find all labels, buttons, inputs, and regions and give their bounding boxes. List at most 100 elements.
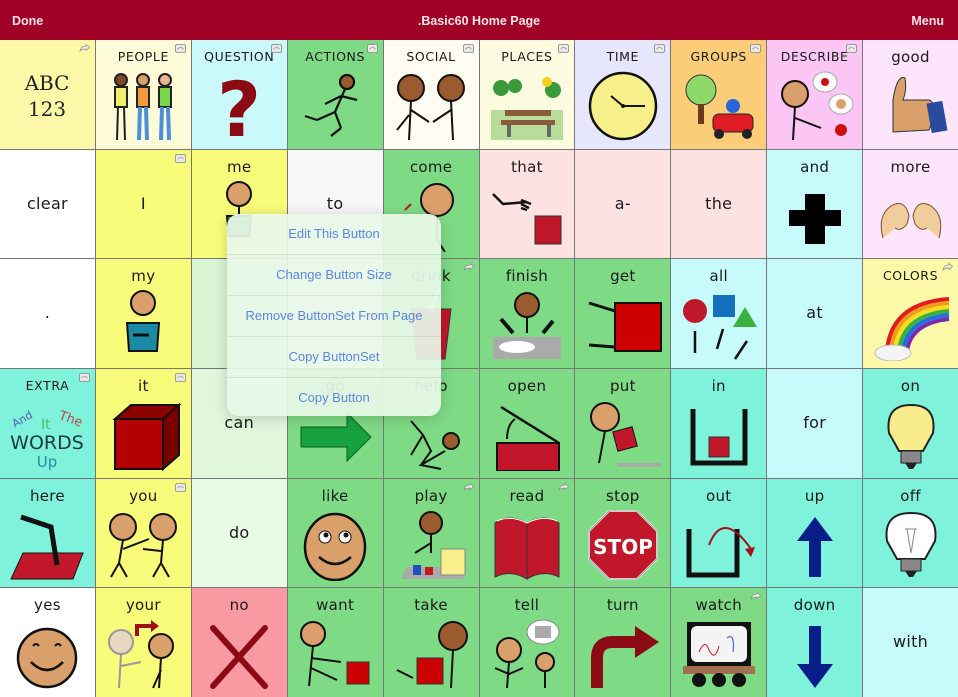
remove-buttonset-menu-item[interactable]: Remove ButtonSet From Page (227, 296, 441, 337)
point-that-icon (487, 180, 567, 252)
red-x-icon (199, 618, 279, 690)
button-label: no (229, 596, 249, 615)
take-box-icon (391, 618, 471, 690)
grid-button-do[interactable]: do (191, 478, 287, 588)
button-label: open (507, 376, 547, 395)
button-label: like (321, 486, 349, 505)
grid-button-watch[interactable]: watch (671, 588, 767, 697)
grid-button-your[interactable]: your (95, 588, 191, 697)
svg-text:123: 123 (28, 97, 66, 121)
grid-button-question[interactable]: QUESTION? (191, 40, 287, 149)
box-in-icon (679, 399, 759, 471)
grid-button-here[interactable]: here (0, 478, 95, 588)
svg-text:STOP: STOP (593, 535, 653, 559)
button-label: finish (505, 267, 549, 286)
grid-button-colors[interactable]: COLORS (863, 259, 958, 368)
grid-button-describe[interactable]: DESCRIBE (767, 40, 863, 149)
grid-button-a[interactable]: a- (575, 149, 671, 259)
grid-button-no[interactable]: no (191, 588, 287, 697)
tell-story-icon (487, 618, 567, 690)
edit-this-button-menu-item[interactable]: Edit This Button (227, 214, 441, 255)
clock-icon (583, 70, 663, 142)
button-label: your (125, 596, 161, 615)
grid-button-down[interactable]: down (767, 588, 863, 697)
grid-button-finish[interactable]: finish (479, 259, 575, 368)
abc-123-text: ABC 123 (7, 58, 87, 130)
grid-button-more[interactable]: more (863, 149, 958, 259)
button-context-menu: Edit This Button Change Button Size Remo… (227, 214, 441, 416)
grid-button-blank[interactable]: . (0, 259, 95, 368)
change-button-size-menu-item[interactable]: Change Button Size (227, 255, 441, 296)
running-person-icon (295, 70, 375, 142)
people-icon (103, 70, 183, 142)
copy-button-menu-item[interactable]: Copy Button (227, 378, 441, 416)
light-on-icon (871, 399, 951, 471)
grid-button-take[interactable]: take (383, 588, 479, 697)
grid-button-social[interactable]: SOCIAL (383, 40, 479, 149)
grid-button-on[interactable]: on (863, 368, 958, 478)
button-label: clear (26, 193, 68, 213)
grid-button-off[interactable]: off (863, 478, 958, 588)
button-label: at (806, 303, 823, 323)
tree-car-icon (679, 70, 759, 142)
grid-button-time[interactable]: TIME (575, 40, 671, 149)
grid-button-at[interactable]: at (767, 259, 863, 368)
button-label: to (326, 193, 344, 213)
grid-button-and[interactable]: and (767, 149, 863, 259)
grid-button-i[interactable]: I (95, 149, 191, 259)
put-box-icon (583, 399, 663, 471)
grid-button-like[interactable]: like (287, 478, 383, 588)
button-label: take (414, 596, 448, 615)
grid-button-open[interactable]: open (479, 368, 575, 478)
grid-button-groups[interactable]: GROUPS (671, 40, 767, 149)
button-label: my (131, 267, 156, 286)
button-label: in (711, 376, 726, 395)
grid-button-stop[interactable]: stop STOP (575, 478, 671, 588)
button-label: for (803, 412, 827, 432)
grid-button-people[interactable]: PEOPLE (95, 40, 191, 149)
grid-button-abc-123[interactable]: ABC 123 (0, 40, 95, 149)
grid-button-in[interactable]: in (671, 368, 767, 478)
grid-button-up[interactable]: up (767, 478, 863, 588)
grid-button-tell[interactable]: tell (479, 588, 575, 697)
play-toys-icon (391, 509, 471, 581)
grid-button-put[interactable]: put (575, 368, 671, 478)
grid-button-with[interactable]: with (863, 588, 958, 697)
grid-button-want[interactable]: want (287, 588, 383, 697)
out-arrow-icon (679, 509, 759, 581)
grid-button-for[interactable]: for (767, 368, 863, 478)
button-grid: ABC 123 PEOPLE QUESTION? ACTIONS SOCIAL PLACES… (0, 40, 958, 697)
grid-button-read[interactable]: read (479, 478, 575, 588)
up-arrow-icon (775, 509, 855, 581)
button-label: off (900, 486, 921, 505)
grid-button-all[interactable]: all (671, 259, 767, 368)
thumbs-up-icon (871, 70, 951, 142)
grid-button-places[interactable]: PLACES (479, 40, 575, 149)
button-label: come (409, 157, 453, 176)
grid-button-you[interactable]: you (95, 478, 191, 588)
grid-button-actions[interactable]: ACTIONS (287, 40, 383, 149)
grid-button-extra[interactable]: EXTRA And It The WORDS Up (0, 368, 95, 478)
svg-text:?: ? (217, 70, 261, 142)
grid-button-the[interactable]: the (671, 149, 767, 259)
grid-button-my[interactable]: my (95, 259, 191, 368)
button-label: want (316, 596, 355, 615)
svg-text:ABC: ABC (24, 71, 70, 95)
grid-button-good[interactable]: good (863, 40, 958, 149)
grid-button-turn[interactable]: turn (575, 588, 671, 697)
button-label: yes (34, 596, 61, 615)
svg-text:Up: Up (37, 453, 58, 471)
copy-buttonset-menu-item[interactable]: Copy ButtonSet (227, 337, 441, 378)
grid-button-that[interactable]: that (479, 149, 575, 259)
people-you-icon (103, 509, 183, 581)
grid-button-out[interactable]: out (671, 478, 767, 588)
menu-button[interactable]: Menu (911, 14, 944, 28)
grid-button-it[interactable]: it (95, 368, 191, 478)
grid-button-get[interactable]: get (575, 259, 671, 368)
button-label: on (900, 376, 921, 395)
grid-button-yes[interactable]: yes (0, 588, 95, 697)
grid-button-clear[interactable]: clear (0, 149, 95, 259)
grid-button-play[interactable]: play (383, 478, 479, 588)
describe-person-icon (775, 70, 855, 142)
button-label: me (227, 157, 252, 176)
